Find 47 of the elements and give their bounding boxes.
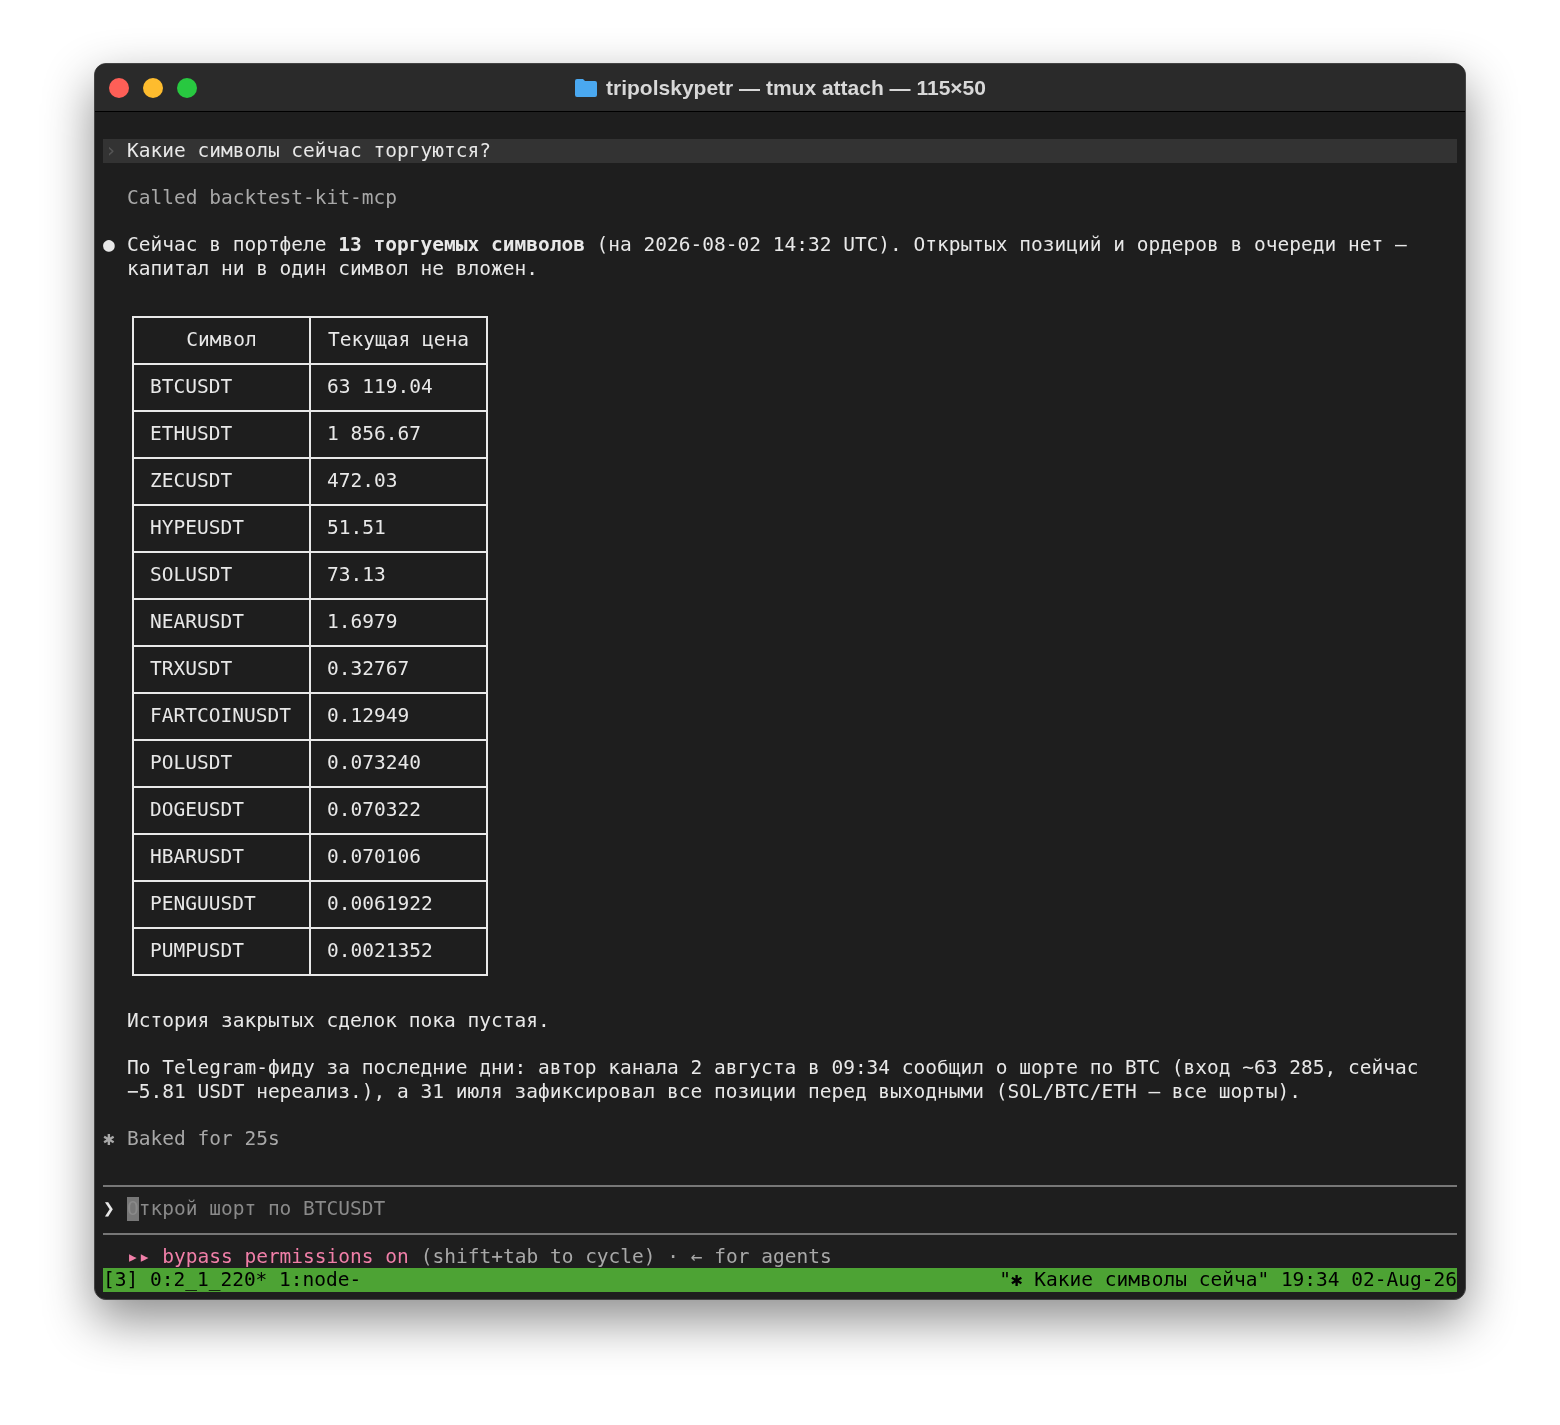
table-cell: SOLUSDT — [133, 551, 310, 599]
table-cell: ETHUSDT — [133, 410, 310, 458]
table-cell: 0.070106 — [310, 833, 487, 881]
tmux-status-right: "✱ Какие символы сейча" 19:34 02-Aug-26 — [999, 1268, 1457, 1292]
table-cell: 1.6979 — [310, 598, 487, 646]
paragraph: По Telegram-фиду за последние дни: автор канала 2 августа в 09:34 сообщил о шорте по BTC (вход ~63 285, сейчас −5.81 USDT нереализ.), а 31 июля зафиксировал все позиции перед выходными (SOL/BTC/ETH — все шорты). — [127, 1056, 1419, 1103]
table-cell: DOGEUSDT — [133, 786, 310, 834]
table-cell: 1 856.67 — [310, 410, 487, 458]
user-message: Какие символы сейчас торгуются? — [127, 139, 491, 163]
reply-bullet: ● — [103, 233, 116, 258]
table-cell: PENGUUSDT — [133, 880, 310, 928]
table-cell: HYPEUSDT — [133, 504, 310, 552]
table-cell: ZECUSDT — [133, 457, 310, 505]
column-header: Текущая цена — [310, 316, 487, 364]
mode-hint: (shift+tab to cycle) · ← for agents — [420, 1244, 832, 1268]
table-cell: 0.0021352 — [310, 927, 487, 975]
table-cell: TRXUSDT — [133, 645, 310, 693]
table-cell: 472.03 — [310, 457, 487, 505]
table-cell: 73.13 — [310, 551, 487, 599]
table-cell: PUMPUSDT — [133, 927, 310, 975]
window-title: tripolskypetr — tmux attach — 115×50 — [606, 74, 986, 101]
input-glyph: ❯ — [103, 1197, 116, 1221]
table-cell: HBARUSDT — [133, 833, 310, 881]
table-cell: POLUSDT — [133, 739, 310, 787]
table-cell: 51.51 — [310, 504, 487, 552]
minimize-button[interactable] — [143, 77, 163, 98]
mode-label: ▸▸ bypass permissions on — [127, 1244, 409, 1268]
tmux-windows: [3] 0:2_1_220* 1:node- — [103, 1268, 362, 1292]
folder-icon — [574, 77, 599, 98]
close-button[interactable] — [109, 77, 129, 98]
table-cell: NEARUSDT — [133, 598, 310, 646]
table-cell: 0.32767 — [310, 645, 487, 693]
table-cell: 0.070322 — [310, 786, 487, 834]
reply-text: Сейчас в портфеле 13 торгуемых символов (на 2026-08-02 14:32 UTC). Открытых позиций и ордеров в очереди нет — капитал ни в один символ не вложен. — [127, 233, 1408, 280]
table-cell: 0.12949 — [310, 692, 487, 740]
table-cell: BTCUSDT — [133, 363, 310, 411]
table-cell: 63 119.04 — [310, 363, 487, 411]
status-text: Baked for 25s — [127, 1126, 280, 1150]
table-cell: 0.073240 — [310, 739, 487, 787]
paragraph: История закрытых сделок пока пустая. — [127, 1009, 550, 1032]
asterisk-glyph: ✱ — [103, 1126, 116, 1150]
column-header: Символ — [133, 316, 310, 364]
table-cell: 0.0061922 — [310, 880, 487, 928]
tool-call-text: Called backtest-kit-mcp — [127, 186, 398, 209]
zoom-button[interactable] — [177, 77, 197, 98]
prompt-glyph: › — [104, 139, 118, 163]
table-cell: FARTCOINUSDT — [133, 692, 310, 740]
